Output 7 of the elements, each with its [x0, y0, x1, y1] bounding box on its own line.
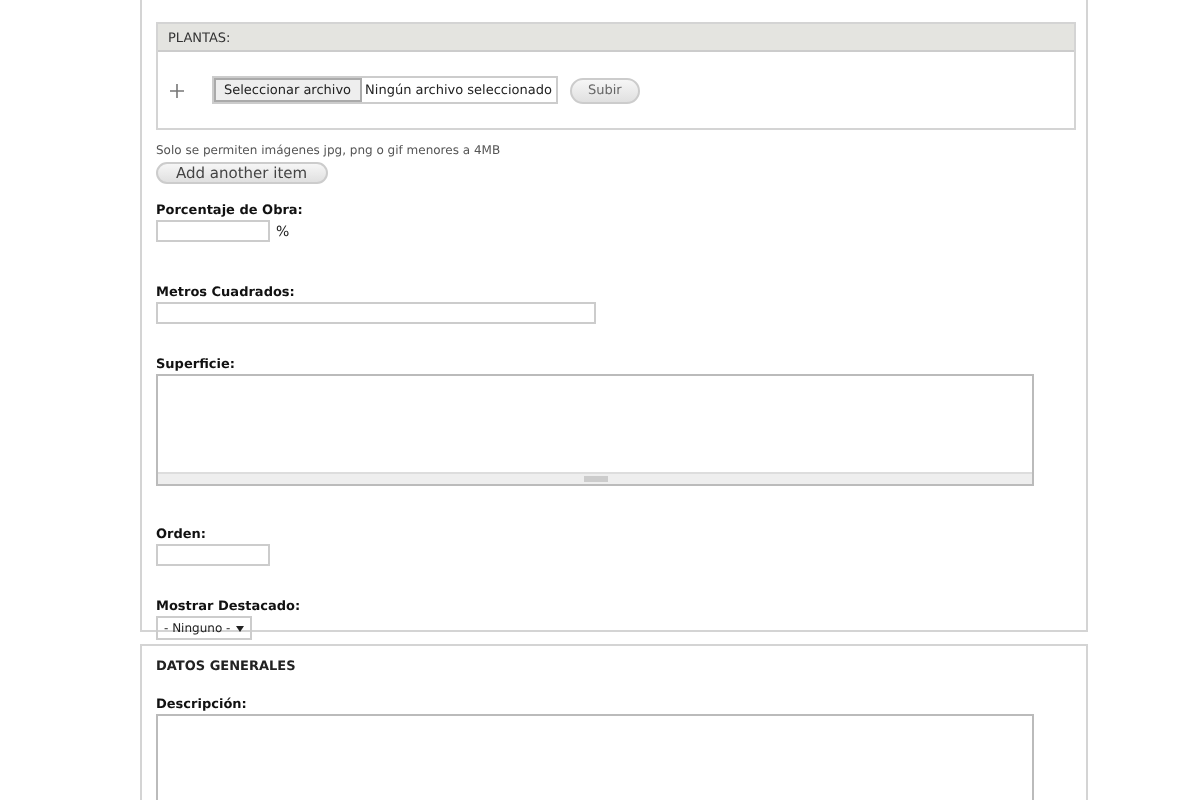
text-input[interactable]: [156, 220, 270, 242]
drag-handle-icon[interactable]: [170, 83, 184, 97]
resize-grip-icon[interactable]: [583, 476, 607, 482]
text-input[interactable]: [156, 302, 596, 324]
caret-icon: [236, 625, 245, 631]
textarea-field[interactable]: [156, 374, 1034, 486]
text-input[interactable]: [156, 544, 270, 566]
